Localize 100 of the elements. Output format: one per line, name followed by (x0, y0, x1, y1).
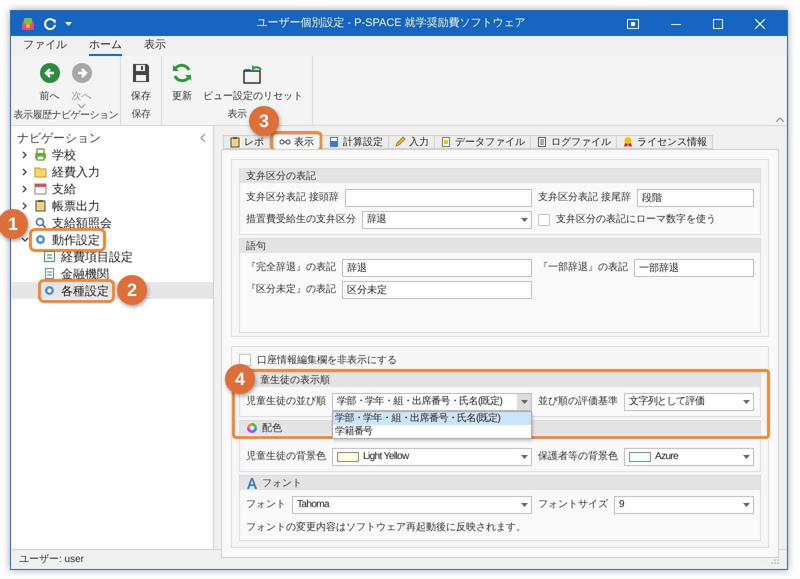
checkbox-label: 口座情報編集欄を非表示にする (257, 354, 397, 368)
group-title: 支弁区分の表記 (246, 170, 316, 184)
navigation-label: 学校 (52, 146, 76, 164)
navigation-title: ナビゲーション (17, 130, 101, 146)
input-field[interactable]: 辞退 (342, 258, 532, 276)
field-label: 支弁区分表記 接尾辞 (538, 190, 631, 205)
dropdown[interactable]: 9 (614, 496, 754, 514)
printer-icon (34, 148, 47, 161)
dropdown-option[interactable]: 学部・学年・組・出席番号・氏名(既定) (333, 412, 531, 424)
settings-tab[interactable]: レポ (223, 135, 270, 149)
settings-icon (34, 233, 47, 246)
step-callout-tooltip: 1 (0, 209, 28, 239)
folder-icon (34, 165, 47, 178)
close-icon[interactable] (755, 18, 765, 28)
ribbon-group-label: 保存 (132, 108, 150, 122)
file-icon (440, 136, 452, 148)
settings-tab[interactable]: データファイル (434, 135, 531, 149)
field-label: 児童生徒の背景色 (246, 450, 326, 464)
log-file-icon (536, 136, 548, 148)
dropdown[interactable]: 辞退 (362, 210, 532, 228)
input-field[interactable] (344, 188, 532, 206)
checkbox-label: 支弁区分の表記にローマ数字を使う (556, 212, 716, 227)
settings-tab[interactable]: ライセンス情報 (616, 135, 713, 149)
letter-a-icon (246, 477, 258, 489)
clipboard-icon (229, 136, 241, 148)
maximize-icon[interactable] (713, 18, 723, 28)
settings-tab[interactable]: ログファイル (530, 135, 617, 149)
ribbon-group-label: 表示 (228, 108, 246, 122)
field-label: 『区分未定』の表記 (246, 282, 336, 297)
navigation-label: 各種設定 (61, 282, 109, 300)
ribbon-tab[interactable]: ファイル (23, 36, 67, 56)
window-title: ユーザー個別設定 - P-SPACE 就学奨励費ソフトウェア (255, 16, 527, 32)
document-icon (43, 267, 56, 280)
group-title: 配色 (262, 422, 282, 436)
calendar-icon (34, 182, 47, 195)
navigation-item[interactable]: 経費入力 (11, 163, 105, 180)
field-label: 保護者等の背景色 (538, 450, 618, 464)
navigation-item[interactable]: 学校 (11, 146, 81, 163)
ribbon-button[interactable]: 保存 (127, 60, 155, 107)
dropdown[interactable]: Azure (624, 448, 754, 466)
navigation-label: 金融機関 (61, 266, 109, 282)
dropdown[interactable]: Tahoma (292, 496, 532, 514)
ribbon-button[interactable]: ビュー設定のリセット (200, 60, 306, 107)
ribbon-button[interactable]: 前へ (36, 60, 64, 108)
medal-icon (622, 136, 634, 148)
settings-tab[interactable]: 入力 (388, 135, 435, 149)
dropdown[interactable]: 文字列として評価 (624, 392, 754, 410)
navigation-label: 経費項目設定 (61, 248, 133, 266)
navigation-item[interactable]: 支給 (11, 180, 81, 197)
field-label: 『完全辞退』の表記 (246, 260, 336, 275)
navigation-label: 帳票出力 (52, 198, 100, 214)
chevron-right-icon (21, 184, 29, 192)
color-wheel-icon (246, 422, 258, 434)
dropdown[interactable]: Light Yellow (332, 448, 532, 466)
field-label: 『一部辞退』の表記 (538, 260, 628, 275)
chevron-right-icon (21, 168, 29, 176)
window-reset-icon (242, 62, 264, 84)
input-field[interactable]: 一部辞退 (634, 258, 754, 276)
field-label: 児童生徒の並び順 (246, 394, 326, 409)
dropdown-option[interactable]: 学籍番号 (333, 424, 531, 438)
group-title: 童生徒の表示順 (259, 374, 330, 388)
caret-icon (742, 502, 750, 506)
navigation-item[interactable]: 金融機関 (11, 265, 114, 282)
collapse-panel-icon[interactable] (200, 134, 205, 142)
settings-tab[interactable]: 計算設定 (322, 135, 389, 149)
field-label: フォントサイズ (538, 498, 608, 512)
ribbon-tab[interactable]: 表示 (144, 36, 166, 56)
navigation-label: 支給 (52, 180, 76, 198)
checkbox[interactable] (239, 354, 251, 366)
calculator-icon (328, 136, 340, 148)
settings-tab[interactable]: 表示 (273, 134, 320, 149)
caret-icon (742, 400, 750, 404)
chevron-right-icon (21, 202, 29, 210)
app-logo-icon (21, 16, 35, 30)
note-text: フォントの変更内容はソフトウェア再起動後に反映されます。 (246, 520, 527, 535)
collapse-ribbon-icon[interactable] (776, 117, 784, 122)
chevron-down-icon (21, 236, 29, 244)
chevron-right-icon (21, 150, 29, 158)
sheet-icon (43, 250, 56, 263)
navigation-item[interactable]: 経費項目設定 (11, 248, 138, 265)
field-label: 支弁区分表記 接頭辞 (246, 190, 339, 205)
ribbon-group-label: 表示履歴ナビゲーション (13, 108, 118, 123)
field-label: 措置費受給生の支弁区分 (246, 212, 356, 227)
group-title: 語句 (246, 240, 266, 254)
caret-icon (78, 104, 85, 108)
checkbox[interactable] (538, 214, 550, 226)
caret-icon (520, 218, 528, 222)
window-panel-icon[interactable] (627, 18, 639, 28)
navigation-label: 動作設定 (52, 232, 100, 248)
refresh-icon[interactable] (43, 16, 57, 30)
group-title: フォント (262, 476, 302, 490)
navigation-label: 経費入力 (52, 164, 100, 180)
input-field[interactable]: 段階 (636, 188, 754, 206)
status-text: ユーザー: user (19, 553, 84, 567)
input-field[interactable]: 区分未定 (342, 280, 532, 298)
dropdown-caret-icon[interactable] (65, 21, 72, 26)
ribbon-button[interactable]: 更新 (168, 60, 196, 107)
refresh-icon (171, 62, 193, 84)
caret-icon (520, 400, 528, 404)
search-icon (34, 216, 47, 229)
